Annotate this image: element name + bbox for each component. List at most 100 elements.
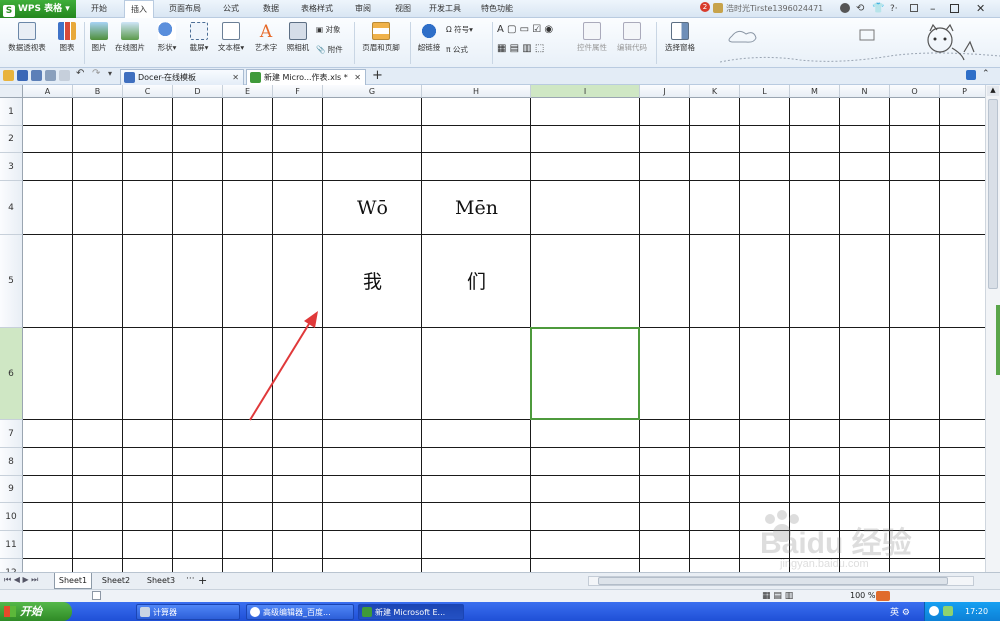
horizontal-scroll-thumb[interactable] — [598, 577, 948, 585]
side-panel-tab[interactable] — [996, 305, 1000, 375]
user-name[interactable]: 浩时光Tirste1396024471 — [726, 0, 823, 18]
tab-view[interactable]: 视图 — [388, 0, 418, 18]
cloud-sync-icon[interactable] — [966, 70, 976, 80]
sheet-tab-3[interactable]: Sheet3 — [140, 573, 182, 589]
scroll-thumb[interactable] — [988, 99, 998, 289]
volume-icon[interactable] — [943, 606, 953, 616]
shapes-button[interactable]: 形状▾ — [152, 22, 182, 53]
button-label: 页眉和页脚 — [362, 43, 400, 52]
tab-review[interactable]: 审阅 — [348, 0, 378, 18]
tab-formulas[interactable]: 公式 — [216, 0, 246, 18]
play-icon[interactable] — [840, 3, 850, 13]
tab-insert[interactable]: 插入 — [124, 0, 154, 19]
sheet-tab-2[interactable]: Sheet2 — [96, 573, 136, 589]
pivot-table-button[interactable]: 数据透视表 — [4, 22, 50, 53]
macro-record-icon[interactable] — [92, 591, 101, 600]
tab-start[interactable]: 开始 — [84, 0, 114, 18]
input-method-icon[interactable] — [876, 591, 890, 601]
vertical-scrollbar[interactable]: ▲ — [985, 85, 1000, 572]
edit-code-button[interactable]: 编辑代码 — [614, 22, 650, 53]
form-controls-2-icon[interactable]: ▦ ▤ ▥ ⬚ — [497, 43, 544, 54]
wordart-icon: A — [259, 22, 273, 42]
sheet-nav-arrows-icon[interactable]: ⏮ ◀ ▶ ⏭ — [4, 575, 38, 585]
object-button[interactable]: ▣ 对象 — [316, 24, 340, 36]
sheet-tab-bar: ⏮ ◀ ▶ ⏭ Sheet1 Sheet2 Sheet3 ··· + — [0, 572, 1000, 589]
spreadsheet-grid[interactable]: ABCDEFGHIJKLMNOP 123456789101112 Wō Mēn … — [0, 85, 985, 572]
app-menu-button[interactable]: S WPS 表格 ▾ — [0, 0, 76, 18]
tab-label: 数据 — [263, 4, 279, 13]
screenshot-button[interactable]: 截屏▾ — [184, 22, 214, 53]
picture-button[interactable]: 图片 — [88, 22, 110, 53]
ime-lang-icon[interactable]: 英 ⚙ — [890, 605, 910, 618]
tab-special[interactable]: 特色功能 — [476, 0, 518, 18]
network-icon[interactable] — [929, 606, 939, 616]
refresh-icon[interactable]: ⟲ — [856, 0, 864, 18]
control-properties-icon — [583, 22, 601, 40]
clock[interactable]: 17:20 — [965, 602, 988, 621]
add-sheet-icon[interactable]: + — [198, 573, 207, 588]
formula-button[interactable]: π 公式 — [446, 44, 468, 56]
sheet-tab-1[interactable]: Sheet1 — [54, 573, 92, 589]
docer-icon — [124, 72, 135, 83]
chart-button[interactable]: 图表 — [54, 22, 80, 53]
more-sheets-icon[interactable]: ··· — [186, 574, 195, 584]
redo-icon[interactable]: ↷ — [92, 68, 100, 79]
maximize-icon[interactable] — [950, 4, 959, 13]
zoom-level[interactable]: 100 % — [850, 590, 875, 602]
minimize-icon[interactable]: – — [930, 0, 936, 18]
start-button[interactable]: 开始 — [0, 602, 72, 621]
toolbar-divider — [410, 22, 411, 64]
print-preview-icon[interactable] — [31, 70, 42, 81]
camera-icon — [289, 22, 307, 40]
tab-table-style[interactable]: 表格样式 — [296, 0, 338, 18]
customize-toolbar-icon[interactable]: ▾ — [108, 69, 112, 78]
tab-developer[interactable]: 开发工具 — [424, 0, 466, 18]
wordart-button[interactable]: A 艺术字 — [252, 22, 280, 53]
doc-tab-docer[interactable]: Docer-在线模板 ✕ — [120, 69, 244, 85]
close-tab-icon[interactable]: ✕ — [354, 70, 361, 85]
button-label: 文本框 — [217, 43, 241, 52]
toolbar-divider — [354, 22, 355, 64]
hyperlink-button[interactable]: 超链接 — [414, 22, 444, 53]
new-tab-icon[interactable]: + — [372, 68, 383, 84]
view-mode-icons[interactable]: ▦ ▤ ▥ — [762, 591, 793, 601]
export-pdf-icon[interactable] — [59, 70, 70, 81]
online-picture-button[interactable]: 在线图片 — [112, 22, 148, 53]
open-folder-icon[interactable] — [3, 70, 14, 81]
restore-ribbon-icon[interactable] — [910, 4, 918, 12]
attachment-icon: 📎 — [316, 45, 326, 54]
task-calculator[interactable]: 计算器 — [136, 604, 240, 620]
undo-icon[interactable]: ↶ — [76, 68, 84, 79]
doc-tab-workbook[interactable]: 新建 Micro...作表.xls * ✕ — [246, 69, 366, 85]
selection-pane-button[interactable]: 选择窗格 — [660, 22, 700, 53]
save-icon[interactable] — [17, 70, 28, 81]
attachment-button[interactable]: 📎 附件 — [316, 44, 343, 56]
notification-badge-icon[interactable]: 2 — [700, 2, 710, 12]
tab-label: 特色功能 — [481, 4, 513, 13]
doc-tab-label: Docer-在线模板 — [138, 73, 197, 82]
doc-tab-label: 新建 Micro...作表.xls * — [264, 73, 348, 82]
form-controls-icon[interactable]: A ▢ ▭ ☑ ◉ — [497, 24, 553, 35]
control-properties-button[interactable]: 控件属性 — [572, 22, 612, 53]
windows-taskbar: 开始 计算器 高级编辑器_百度... 新建 Microsoft E... 英 ⚙… — [0, 602, 1000, 621]
print-icon[interactable] — [45, 70, 56, 81]
textbox-button[interactable]: 文本框▾ — [214, 22, 248, 53]
camera-button[interactable]: 照相机 — [284, 22, 312, 53]
avatar[interactable] — [713, 3, 723, 13]
task-wps-sheet[interactable]: 新建 Microsoft E... — [358, 604, 464, 620]
close-tab-icon[interactable]: ✕ — [232, 70, 239, 85]
task-browser[interactable]: 高级编辑器_百度... — [246, 604, 354, 620]
shirt-icon[interactable]: 👕 — [872, 0, 884, 18]
selection-pane-icon — [671, 22, 689, 40]
chart-icon — [58, 22, 76, 40]
scroll-up-icon[interactable]: ▲ — [987, 86, 999, 96]
symbol-button[interactable]: Ω 符号▾ — [446, 24, 473, 36]
collapse-ribbon-icon[interactable]: ⌃ — [982, 69, 990, 79]
help-icon[interactable]: ?· — [890, 0, 898, 18]
header-footer-button[interactable]: 页眉和页脚 — [358, 22, 404, 53]
tab-page-layout[interactable]: 页面布局 — [164, 0, 206, 18]
close-icon[interactable]: ✕ — [976, 0, 985, 18]
button-label: 图表 — [59, 43, 75, 52]
tab-data[interactable]: 数据 — [256, 0, 286, 18]
online-picture-icon — [121, 22, 139, 40]
